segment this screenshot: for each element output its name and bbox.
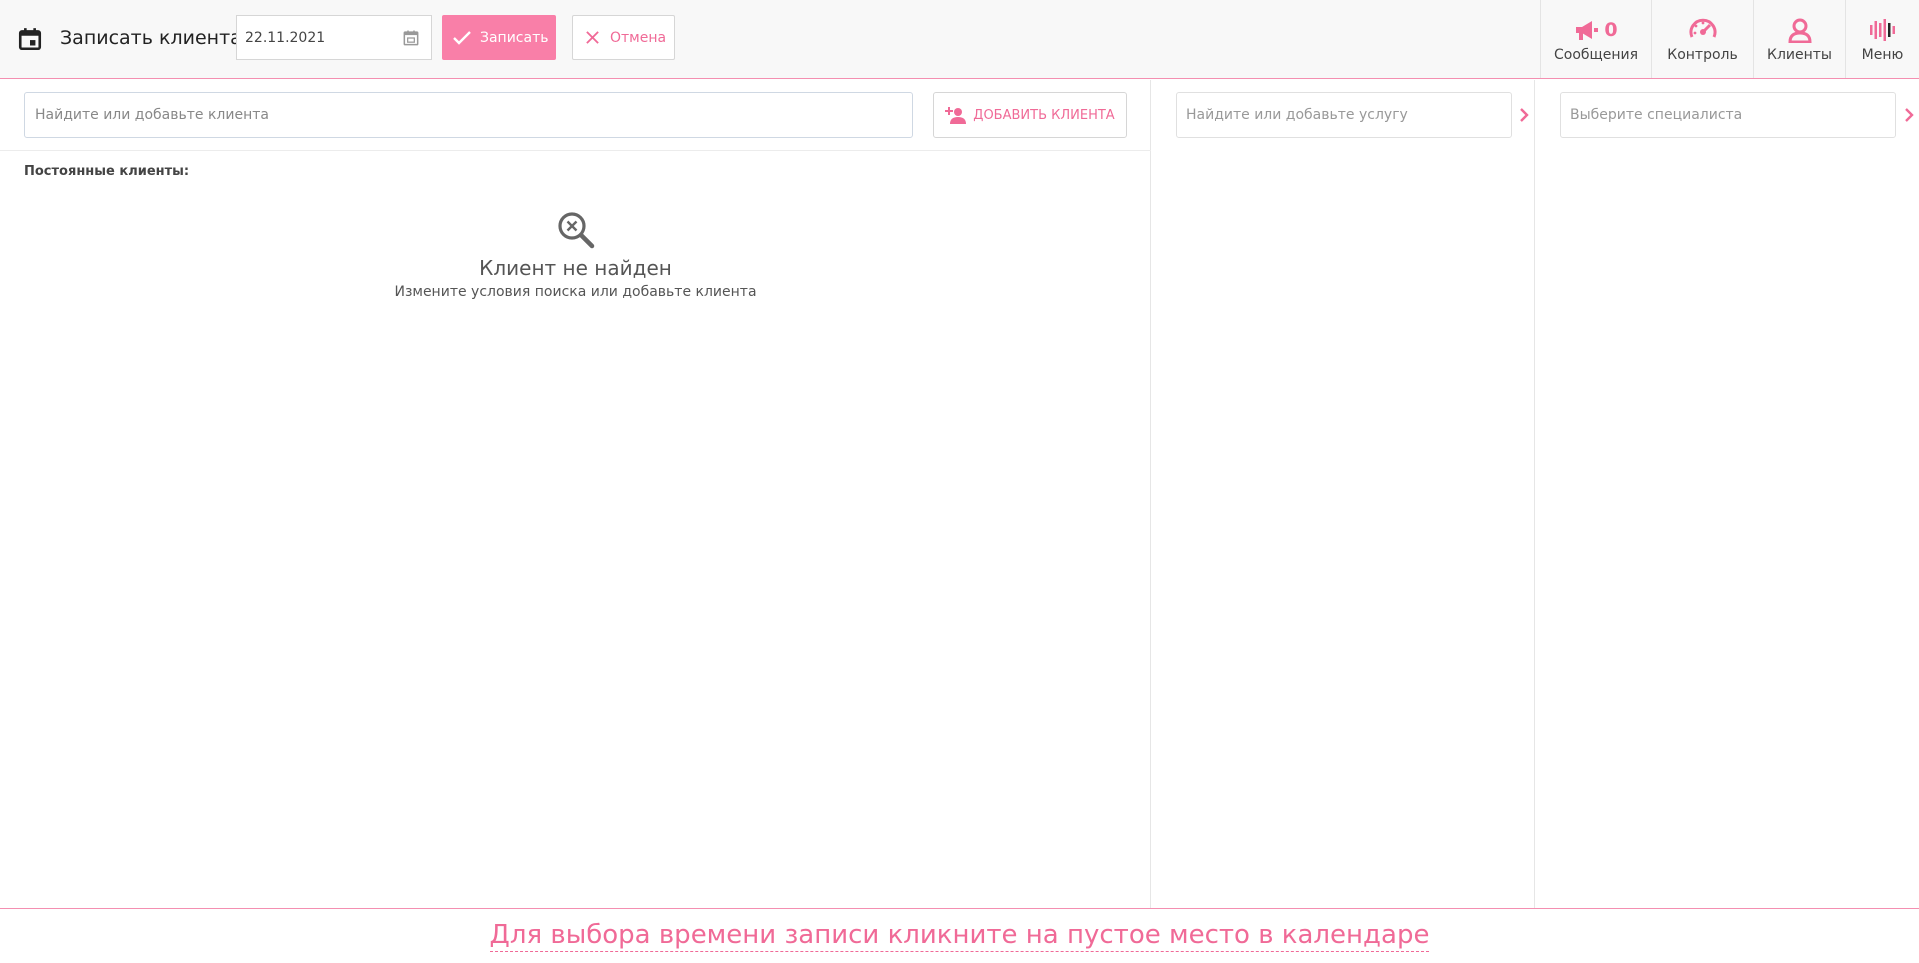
specialist-panel (1536, 80, 1919, 908)
person-add-icon (945, 107, 967, 124)
save-button[interactable]: Записать (442, 15, 556, 60)
person-icon (1787, 18, 1812, 43)
chevron-right-icon[interactable] (1517, 106, 1531, 124)
empty-state-subtitle: Измените условия поиска или добавьте кли… (394, 284, 757, 300)
cancel-button-label: Отмена (610, 29, 667, 46)
divider (0, 150, 1151, 151)
page-title: Записать клиента (60, 27, 242, 49)
calendar-small-icon[interactable] (401, 28, 421, 48)
nav-control[interactable]: Контроль (1651, 0, 1753, 78)
add-client-button-label: Добавить клиента (973, 107, 1115, 123)
regular-clients-heading: Постоянные клиенты: (24, 164, 190, 179)
megaphone-icon (1576, 21, 1599, 40)
messages-indicator: 0 (1574, 17, 1618, 43)
nav-messages-label: Сообщения (1553, 47, 1638, 63)
calendar-hint-link[interactable]: Для выбора времени записи кликните на пу… (489, 919, 1430, 952)
bars-icon (1869, 19, 1895, 41)
footer-bar: Для выбора времени записи кликните на пу… (0, 908, 1919, 963)
check-icon (453, 30, 471, 45)
client-panel: Добавить клиента Постоянные клиенты: Кли… (0, 80, 1151, 908)
nav-clients-label: Клиенты (1767, 47, 1832, 63)
speedometer-icon (1689, 18, 1716, 38)
nav-menu[interactable]: Меню (1845, 0, 1919, 78)
specialist-select-input[interactable] (1560, 92, 1896, 138)
empty-state-title: Клиент не найден (479, 256, 672, 280)
nav-clients[interactable]: Клиенты (1753, 0, 1845, 78)
date-input[interactable] (245, 16, 395, 59)
add-client-button[interactable]: Добавить клиента (933, 92, 1127, 138)
chevron-right-icon[interactable] (1902, 106, 1916, 124)
cancel-button[interactable]: Отмена (572, 15, 675, 60)
service-search-input[interactable] (1176, 92, 1512, 138)
top-bar: Записать клиента Записать Отмена (0, 0, 1919, 79)
nav-control-label: Контроль (1667, 47, 1738, 63)
service-panel (1152, 80, 1535, 908)
search-x-icon (557, 212, 594, 249)
nav-menu-label: Меню (1861, 47, 1904, 63)
date-picker[interactable] (236, 15, 432, 60)
calendar-icon (18, 28, 42, 51)
nav-messages[interactable]: 0 Сообщения (1540, 0, 1651, 78)
save-button-label: Записать (480, 29, 549, 46)
close-icon (586, 31, 599, 44)
messages-count-badge: 0 (1604, 19, 1618, 41)
empty-state: Клиент не найден Измените условия поиска… (0, 210, 1151, 300)
client-search-input[interactable] (24, 92, 913, 138)
